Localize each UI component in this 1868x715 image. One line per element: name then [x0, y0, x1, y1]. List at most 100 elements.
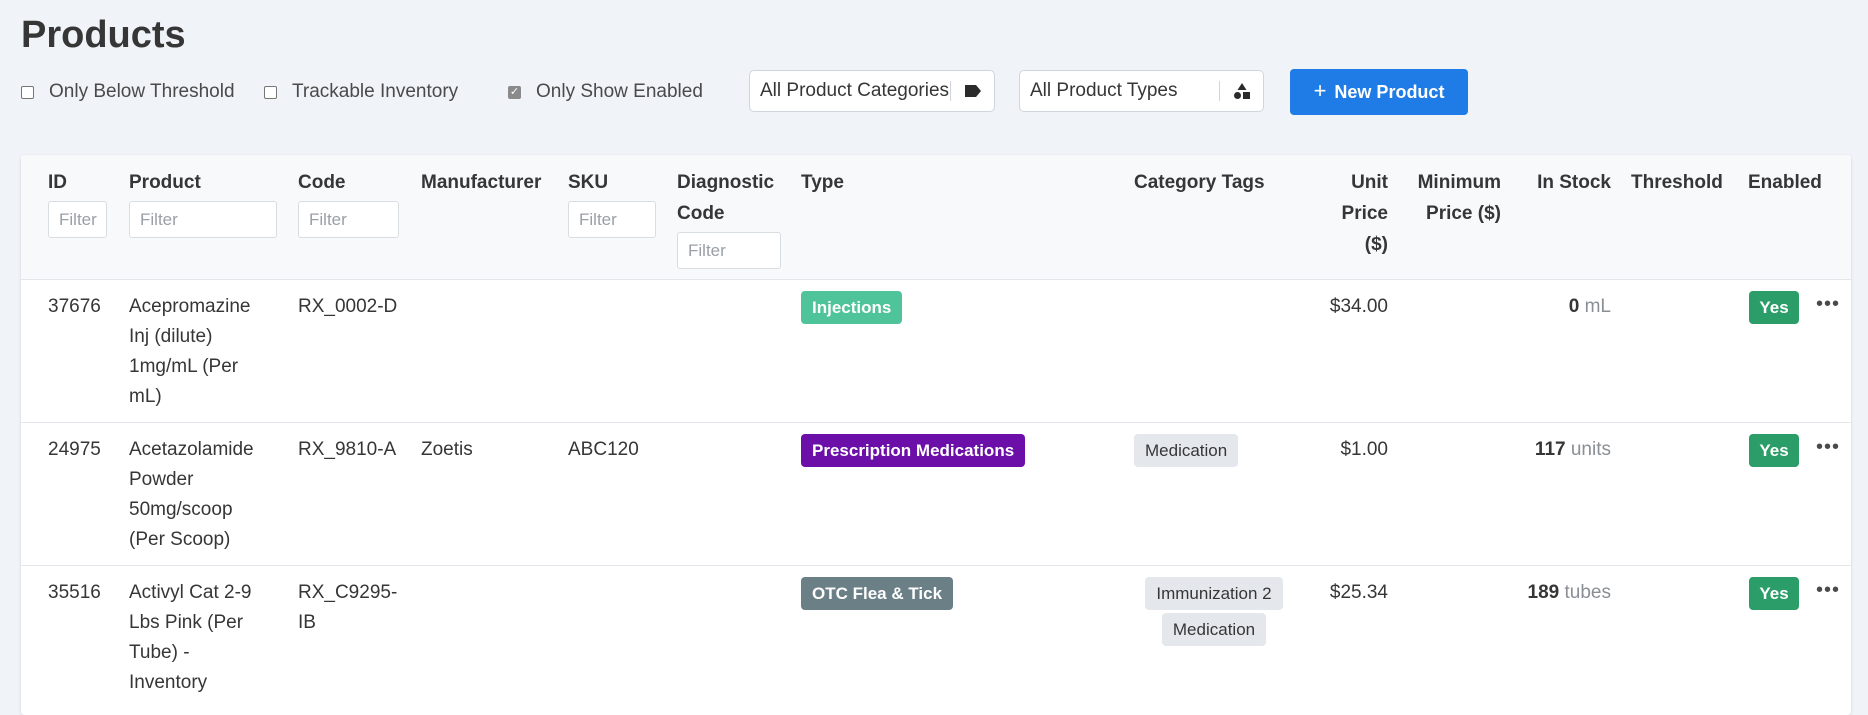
product-type-select[interactable]: All Product Types — [1019, 70, 1264, 112]
column-header-minimum-price[interactable]: Minimum Price ($) — [1401, 167, 1501, 229]
type-badge: OTC Flea & Tick — [801, 577, 954, 610]
product-line: Lbs Pink (Per — [129, 612, 244, 633]
column-header-manufacturer[interactable]: Manufacturer — [421, 167, 541, 198]
id-filter-input[interactable]: Filter — [48, 201, 107, 238]
column-header-in-stock[interactable]: In Stock — [1511, 167, 1611, 198]
cell-id: 24975 — [48, 439, 101, 460]
product-line: 50mg/scoop — [129, 499, 233, 520]
column-header-enabled[interactable]: Enabled — [1748, 167, 1822, 198]
cell-unit-price: $25.34 — [1329, 582, 1388, 603]
cell-sku: ABC120 — [568, 439, 639, 460]
category-tag: Medication — [1161, 613, 1267, 646]
cell-type: Prescription Medications — [801, 434, 1026, 467]
category-tag: Medication — [1134, 434, 1239, 467]
column-header-id[interactable]: ID — [48, 167, 67, 198]
product-line: Activyl Cat 2-9 — [129, 582, 252, 603]
new-product-button[interactable]: + New Product — [1290, 69, 1468, 115]
column-header-type[interactable]: Type — [801, 167, 844, 198]
header-line: Unit — [1351, 172, 1388, 193]
header-line: Code — [677, 203, 725, 224]
row-actions-menu-icon[interactable]: ••• — [1816, 437, 1840, 457]
column-header-category-tags[interactable]: Category Tags — [1134, 167, 1265, 198]
toolbar: Only Below Threshold Trackable Inventory… — [21, 69, 1481, 115]
category-tag-wrap: Immunization 2 — [1134, 577, 1294, 610]
sku-filter-input[interactable]: Filter — [568, 201, 656, 238]
header-line: Price ($) — [1426, 203, 1501, 224]
cell-product[interactable]: Activyl Cat 2-9 Lbs Pink (Per Tube) - In… — [129, 578, 251, 698]
table-header: ID Product Code Manufacturer SKU Diagnos… — [21, 155, 1851, 280]
cell-code: RX_9810-A — [298, 435, 396, 465]
stock-unit: units — [1570, 439, 1611, 460]
cell-unit-price: $1.00 — [1340, 439, 1388, 460]
header-line: Minimum — [1417, 172, 1501, 193]
code-line: RX_0002-D — [298, 296, 398, 317]
plus-icon: + — [1313, 78, 1327, 103]
product-line: Acetazolamide — [129, 439, 254, 460]
cell-id: 37676 — [48, 296, 101, 317]
cell-id: 35516 — [48, 582, 101, 603]
cell-manufacturer: Zoetis — [421, 439, 473, 460]
code-filter-input[interactable]: Filter — [298, 201, 399, 238]
new-product-label: New Product — [1334, 81, 1445, 102]
table-row[interactable]: 37676 Acepromazine Inj (dilute) 1mg/mL (… — [21, 280, 1851, 423]
product-line: Inj (dilute) — [129, 326, 213, 347]
type-badge: Injections — [801, 291, 903, 324]
product-category-select[interactable]: All Product Categories — [749, 70, 995, 112]
page-title: Products — [21, 14, 186, 56]
cell-unit-price: $34.00 — [1329, 296, 1388, 317]
enabled-badge: Yes — [1749, 577, 1799, 610]
cell-enabled: Yes — [1749, 291, 1799, 324]
select-value: All Product Categories — [760, 80, 950, 101]
checkbox-label: Only Below Threshold — [49, 81, 235, 102]
header-line: ($) — [1364, 234, 1388, 255]
column-header-diagnostic-code[interactable]: Diagnostic Code — [677, 167, 774, 229]
header-line: Price — [1341, 203, 1388, 224]
product-filter-input[interactable]: Filter — [129, 201, 277, 238]
code-line: RX_9810-A — [298, 439, 397, 460]
cell-code: RX_0002-D — [298, 292, 397, 322]
product-line: Acepromazine — [129, 296, 251, 317]
cell-product[interactable]: Acepromazine Inj (dilute) 1mg/mL (Per mL… — [129, 292, 250, 412]
checkbox-box[interactable] — [21, 85, 34, 99]
cell-in-stock: 117 units — [1501, 435, 1611, 465]
code-line: IB — [298, 612, 316, 633]
row-actions-menu-icon[interactable]: ••• — [1816, 294, 1840, 314]
category-tag: Immunization 2 — [1145, 577, 1283, 610]
product-line: (Per Scoop) — [129, 529, 231, 550]
enabled-badge: Yes — [1749, 434, 1799, 467]
products-table-card: ID Product Code Manufacturer SKU Diagnos… — [21, 155, 1851, 715]
cell-code: RX_C9295- IB — [298, 578, 397, 638]
cell-enabled: Yes — [1749, 577, 1799, 610]
cell-type: Injections — [801, 291, 903, 324]
cell-in-stock: 0 mL — [1501, 292, 1611, 322]
column-header-sku[interactable]: SKU — [568, 167, 608, 198]
cell-product[interactable]: Acetazolamide Powder 50mg/scoop (Per Sco… — [129, 435, 254, 555]
column-header-unit-price[interactable]: Unit Price ($) — [1321, 167, 1388, 260]
column-header-code[interactable]: Code — [298, 167, 346, 198]
cell-category-tags: Immunization 2 Medication — [1134, 577, 1294, 646]
row-actions-menu-icon[interactable]: ••• — [1816, 580, 1840, 600]
cell-enabled: Yes — [1749, 434, 1799, 467]
only-below-threshold-checkbox[interactable]: Only Below Threshold — [21, 81, 235, 103]
product-line: Powder — [129, 469, 194, 490]
table-row[interactable]: 35516 Activyl Cat 2-9 Lbs Pink (Per Tube… — [21, 566, 1851, 715]
product-line: Inventory — [129, 672, 208, 693]
checkbox-box[interactable] — [264, 85, 277, 99]
trackable-inventory-checkbox[interactable]: Trackable Inventory — [264, 81, 458, 103]
product-line: 1mg/mL (Per — [129, 356, 239, 377]
checkbox-box-checked[interactable]: ✓ — [508, 85, 521, 99]
checkbox-label: Trackable Inventory — [292, 81, 459, 102]
column-header-product[interactable]: Product — [129, 167, 201, 198]
cell-category-tags: Medication — [1134, 434, 1239, 467]
product-line: Tube) - — [129, 642, 190, 663]
category-tag-wrap: Medication — [1134, 613, 1294, 646]
stock-quantity: 117 — [1534, 439, 1566, 460]
column-header-threshold[interactable]: Threshold — [1631, 167, 1723, 198]
product-line: mL) — [129, 386, 162, 407]
stock-unit: mL — [1584, 296, 1611, 317]
enabled-badge: Yes — [1749, 291, 1799, 324]
diagnostic-code-filter-input[interactable]: Filter — [677, 232, 781, 269]
only-show-enabled-checkbox[interactable]: ✓ Only Show Enabled — [508, 81, 703, 103]
table-row[interactable]: 24975 Acetazolamide Powder 50mg/scoop (P… — [21, 423, 1851, 566]
shapes-icon — [1220, 71, 1264, 111]
